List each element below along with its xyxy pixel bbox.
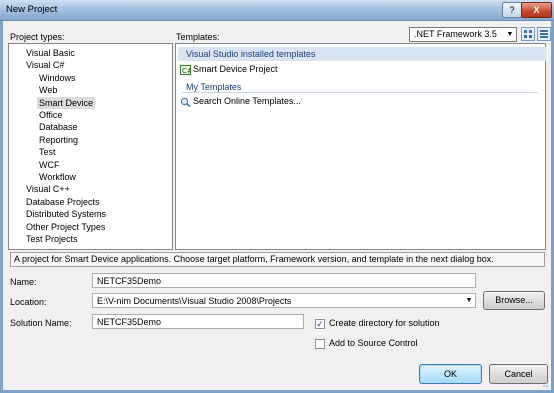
help-button[interactable]: ?	[502, 2, 522, 18]
browse-button[interactable]: Browse...	[483, 291, 545, 310]
resize-grip-icon[interactable]	[540, 379, 548, 387]
templates-list[interactable]: Visual Studio installed templates C#Smar…	[175, 43, 546, 250]
tree-item-database-projects[interactable]: Database Projects	[26, 196, 100, 208]
ok-button[interactable]: OK	[419, 364, 482, 384]
tree-item-office[interactable]: Office	[39, 109, 62, 121]
framework-value: .NET Framework 3.5	[414, 29, 497, 39]
framework-select[interactable]: .NET Framework 3.5 ▼	[409, 27, 517, 42]
tree-item-test[interactable]: Test	[39, 146, 56, 158]
name-label: Name:	[10, 277, 37, 287]
close-button[interactable]: X	[521, 2, 552, 18]
template-smart-device-project[interactable]: C#Smart Device Project	[180, 63, 278, 75]
chevron-down-icon[interactable]: ▼	[463, 294, 475, 307]
tree-item-smart-device[interactable]: Smart Device	[37, 96, 96, 109]
tree-item-distributed-systems[interactable]: Distributed Systems	[26, 208, 106, 220]
tree-item-test-projects[interactable]: Test Projects	[26, 233, 78, 245]
installed-templates-header: Visual Studio installed templates	[178, 47, 546, 61]
large-icons-view-button[interactable]	[521, 27, 535, 41]
templates-label: Templates:	[176, 32, 220, 42]
tree-item-wcf[interactable]: WCF	[39, 159, 60, 171]
location-combo[interactable]: E:\V-nim Documents\Visual Studio 2008\Pr…	[92, 293, 476, 308]
create-directory-label: Create directory for solution	[329, 318, 440, 328]
create-directory-checkbox[interactable]: ✓	[315, 319, 325, 329]
tree-item-visual-c[interactable]: Visual C++	[26, 183, 70, 195]
template-search-online[interactable]: Search Online Templates...	[180, 95, 301, 107]
dialog-body: Project types: Visual Basic Visual C# Wind…	[3, 21, 551, 390]
source-control-label: Add to Source Control	[329, 338, 418, 348]
search-online-icon	[180, 97, 191, 107]
small-icons-view-button[interactable]	[537, 27, 551, 41]
tree-item-workflow[interactable]: Workflow	[39, 171, 76, 183]
my-templates-divider	[182, 92, 538, 93]
chevron-down-icon: ▼	[506, 31, 514, 38]
window-title: New Project	[6, 4, 58, 15]
project-types-label: Project types:	[10, 32, 65, 42]
location-value: E:\V-nim Documents\Visual Studio 2008\Pr…	[97, 296, 292, 306]
tree-item-visual-c[interactable]: Visual C#	[26, 59, 64, 71]
template-label: Smart Device Project	[193, 64, 278, 74]
tree-item-web[interactable]: Web	[39, 84, 57, 96]
template-description: A project for Smart Device applications.…	[10, 252, 545, 267]
template-label: Search Online Templates...	[193, 96, 301, 106]
solution-name-label: Solution Name:	[10, 318, 72, 328]
list-view-icon	[540, 30, 548, 38]
source-control-checkbox[interactable]	[315, 339, 325, 349]
tree-item-other-project-types[interactable]: Other Project Types	[26, 221, 105, 233]
solution-name-input[interactable]: NETCF35Demo	[92, 314, 304, 329]
new-project-dialog: New Project ? X Project types: Visual Ba…	[0, 0, 554, 393]
svg-text:C#: C#	[182, 67, 191, 75]
name-input[interactable]: NETCF35Demo	[92, 273, 476, 288]
tree-item-visual-basic[interactable]: Visual Basic	[26, 47, 75, 59]
tree-item-database[interactable]: Database	[39, 121, 78, 133]
title-bar[interactable]: New Project ? X	[0, 0, 554, 21]
smart-device-project-icon: C#	[180, 64, 191, 75]
tree-item-reporting[interactable]: Reporting	[39, 134, 78, 146]
large-icons-icon	[524, 30, 532, 38]
project-types-tree[interactable]: Visual Basic Visual C# Windows Web Smart Dev…	[8, 43, 173, 250]
location-label: Location:	[10, 297, 47, 307]
tree-item-windows[interactable]: Windows	[39, 72, 76, 84]
